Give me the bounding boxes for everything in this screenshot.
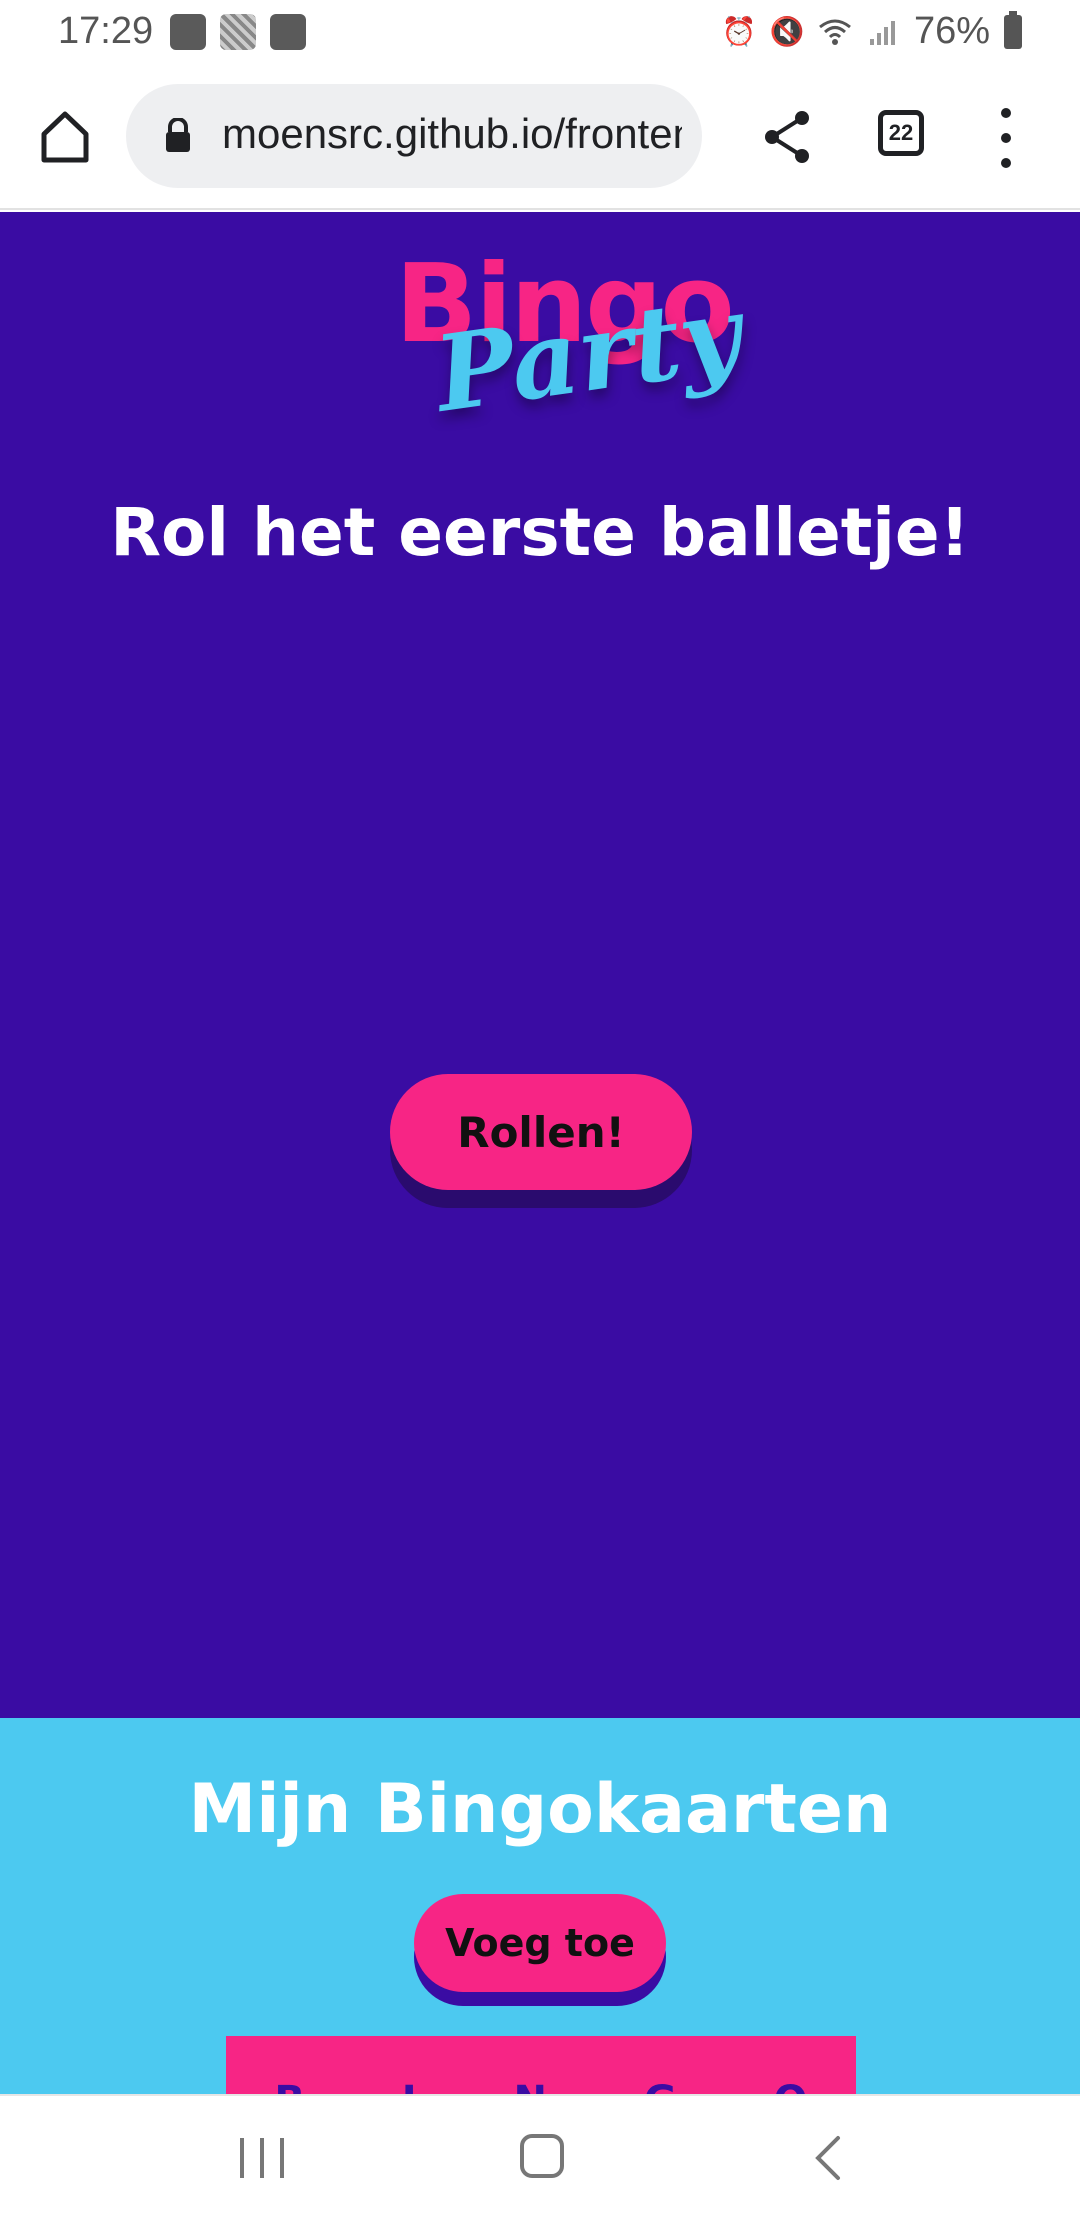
notification-icons <box>170 14 306 50</box>
recent-apps-icon <box>280 2138 284 2178</box>
back-icon <box>815 2136 840 2180</box>
browser-toolbar: moensrc.github.io/frontend 22 <box>0 64 1080 210</box>
system-nav-bar <box>0 2094 1080 2220</box>
recent-apps-icon <box>260 2138 264 2178</box>
bingo-card: B I N G O <box>226 2036 856 2094</box>
back-button[interactable] <box>808 2134 848 2182</box>
mute-icon: 🔇 <box>769 16 805 47</box>
bingo-party-logo: Bingo Party <box>385 242 748 436</box>
bingo-letter-n: N <box>514 2078 547 2094</box>
share-icon <box>765 111 809 163</box>
status-time: 17:29 <box>58 10 154 52</box>
app-notification-icon <box>220 14 256 50</box>
bingo-card-header: B I N G O <box>226 2078 856 2094</box>
more-menu-button[interactable] <box>990 108 1022 168</box>
alarm-icon: ⏰ <box>721 16 757 47</box>
home-button[interactable] <box>36 108 94 166</box>
bingo-letter-g: G <box>644 2078 677 2094</box>
url-text: moensrc.github.io/frontend <box>222 110 682 157</box>
lock-icon <box>166 118 190 152</box>
menu-dot-icon <box>1001 158 1011 168</box>
signal-icon <box>866 15 900 49</box>
roll-button[interactable]: Rollen! <box>390 1074 692 1190</box>
menu-dot-icon <box>1001 108 1011 118</box>
cards-title: Mijn Bingokaarten <box>188 1770 892 1849</box>
address-bar[interactable]: moensrc.github.io/frontend <box>126 84 702 188</box>
system-status: ⏰ 🔇 76% <box>722 10 1022 53</box>
shopping-bag-icon <box>170 14 206 50</box>
battery-percent: 76% <box>913 10 990 52</box>
hero-section: Bingo Party Rol het eerste balletje! Rol… <box>0 212 1080 1718</box>
recent-apps-icon <box>240 2138 244 2178</box>
recent-apps-button[interactable] <box>240 2138 284 2178</box>
bingo-letter-o: O <box>774 2078 808 2094</box>
battery-icon <box>1004 10 1022 49</box>
share-button[interactable] <box>762 108 814 166</box>
image-icon <box>270 14 306 50</box>
add-card-button[interactable]: Voeg toe <box>414 1894 666 1992</box>
bingo-letter-b: B <box>274 2078 305 2094</box>
menu-dot-icon <box>1001 133 1011 143</box>
hero-title: Rol het eerste balletje! <box>110 494 970 571</box>
bingo-letter-i: I <box>402 2078 417 2094</box>
status-bar: 17:29 ⏰ 🔇 76% <box>0 0 1080 64</box>
wifi-icon <box>818 15 852 49</box>
tab-switcher-button[interactable]: 22 <box>878 110 924 156</box>
home-icon <box>41 111 89 163</box>
home-nav-button[interactable] <box>520 2134 564 2178</box>
bingo-cards-section: Mijn Bingokaarten Voeg toe B I N G O <box>0 1718 1080 2094</box>
